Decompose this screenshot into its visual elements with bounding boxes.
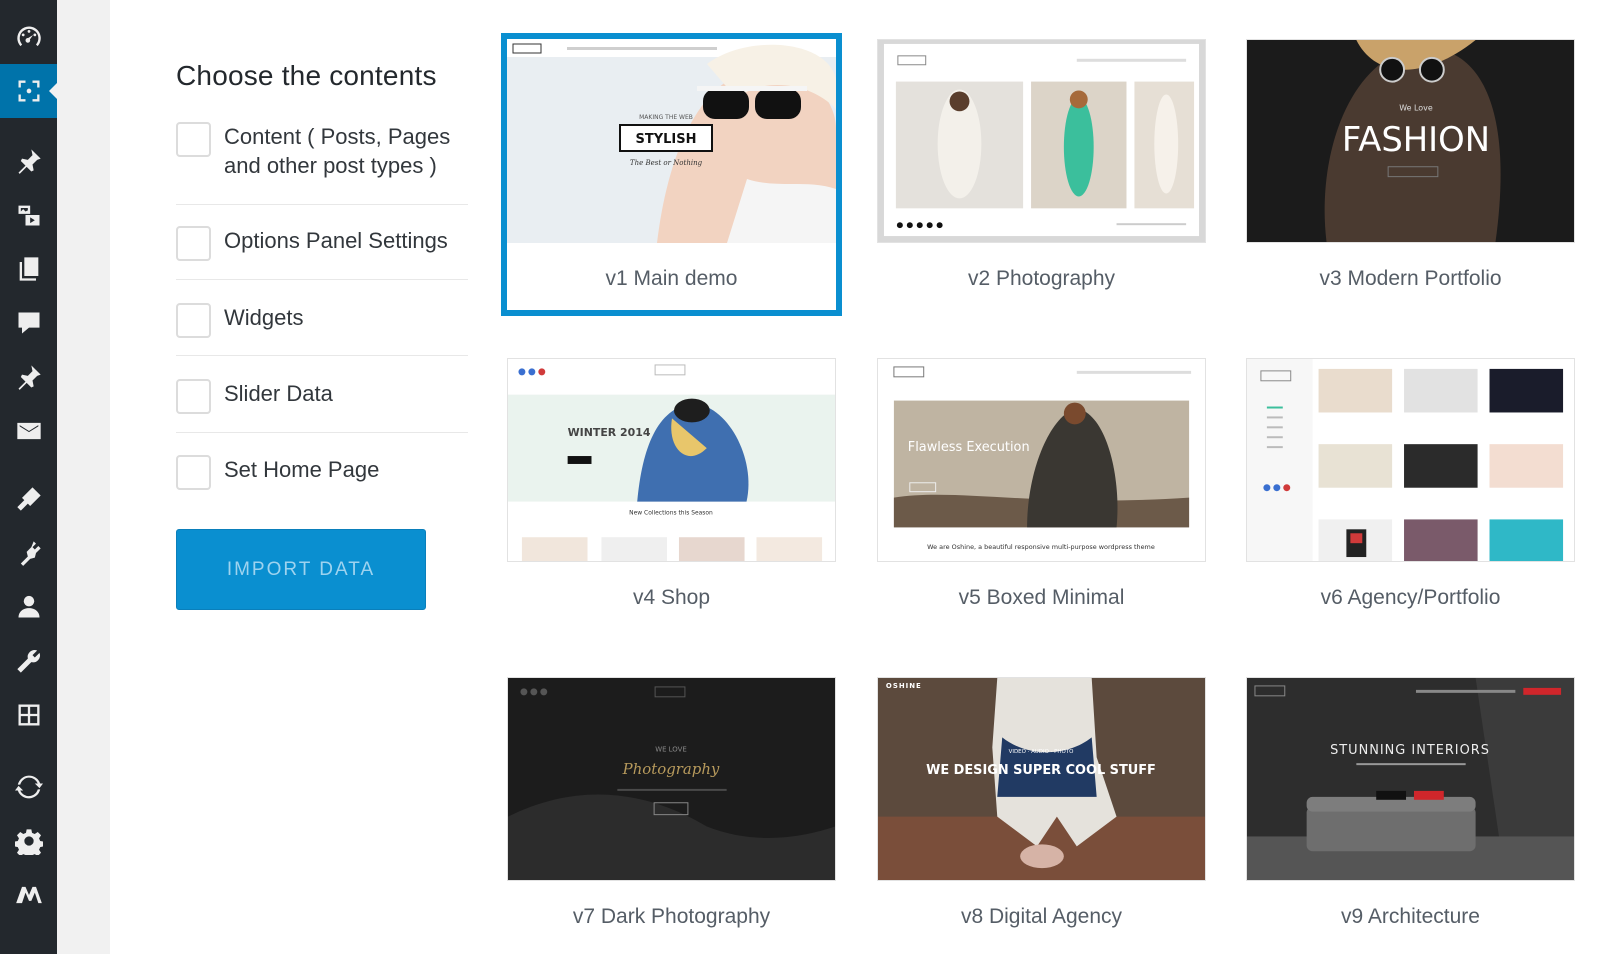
demo-label: v3 Modern Portfolio [1319,267,1502,290]
thumb-text: WE DESIGN SUPER COOL STUFF [926,763,1156,778]
thumb-text: Photography [622,760,720,778]
option-label: Options Panel Settings [224,228,448,253]
demo-thumbnail[interactable] [1246,358,1575,562]
option-label: Set Home Page [224,457,380,482]
demo-thumbnail[interactable]: We Love FASHION [1246,39,1575,243]
demo-thumbnail[interactable]: STUNNING INTERIORS [1246,677,1575,881]
demo-thumbnail[interactable] [877,39,1206,243]
demo-label: v2 Photography [967,267,1116,290]
demo-thumbnail[interactable]: WE LOVE Photography [507,677,836,881]
option-slider-data[interactable]: Slider Data [176,379,468,414]
thumb-text: Flawless Execution [908,440,1030,455]
demo-label: v6 Agency/Portfolio [1320,586,1501,609]
demo-thumbnail[interactable]: OSHINE VIDEO · AUDIO · PHOTO WE DESIGN S… [877,677,1206,881]
option-content[interactable]: Content ( Posts, Pages and other post ty… [176,122,468,180]
slider-data-checkbox[interactable] [176,379,211,414]
widgets-checkbox[interactable] [176,303,211,338]
settings-grid-icon[interactable] [0,688,57,742]
option-widgets[interactable]: Widgets [176,303,468,338]
appearance-icon[interactable] [0,472,57,526]
set-home-page-checkbox[interactable] [176,455,211,490]
content-checkbox[interactable] [176,122,211,157]
option-label: Content ( Posts, Pages and other post ty… [224,124,451,178]
options-panel-checkbox[interactable] [176,226,211,261]
screen-focus-icon[interactable] [0,64,57,118]
mail-icon[interactable] [0,404,57,458]
thumb-text: OSHINE [886,682,922,690]
dashboard-icon[interactable] [0,10,57,64]
demo-thumbnail[interactable]: STYLISH MAKING THE WEB The Best or Nothi… [507,39,836,243]
thumb-text: WE LOVE [655,745,687,753]
panel-title: Choose the contents [176,60,437,91]
comments-icon[interactable] [0,296,57,350]
media-icon[interactable] [0,188,57,242]
thumb-text: WINTER 2014 [568,426,651,439]
m-logo-icon[interactable] [0,868,57,922]
separator [176,355,468,356]
thumb-text: MAKING THE WEB [639,114,693,121]
demo-label: v4 Shop [632,586,711,609]
separator [176,432,468,433]
refresh-icon[interactable] [0,760,57,814]
gear-icon[interactable] [0,814,57,868]
thumb-text: STYLISH [635,132,696,147]
tools-icon[interactable] [0,634,57,688]
thumb-text: VIDEO · AUDIO · PHOTO [1009,749,1074,755]
separator [176,204,468,205]
demo-label: v1 Main demo [605,267,738,290]
demo-label: v7 Dark Photography [572,905,771,928]
option-options-panel[interactable]: Options Panel Settings [176,226,468,261]
pin-icon[interactable] [0,350,57,404]
thumb-text: New Collections this Season [629,509,713,516]
thumb-text: We are Oshine, a beautiful responsive mu… [927,543,1155,551]
pin-icon[interactable] [0,134,57,188]
content-gutter [57,0,110,954]
option-label: Widgets [224,305,304,330]
demo-label: v9 Architecture [1341,905,1480,928]
plugins-icon[interactable] [0,526,57,580]
thumb-text: The Best or Nothing [630,159,703,167]
thumb-text: We Love [1399,103,1433,112]
demo-label: v5 Boxed Minimal [958,586,1125,609]
admin-sidebar [0,0,57,954]
users-icon[interactable] [0,580,57,634]
demo-thumbnail[interactable]: WINTER 2014 New Collections this Season [507,358,836,562]
option-label: Slider Data [224,381,333,406]
separator [176,279,468,280]
import-data-button[interactable]: IMPORT DATA [176,529,426,610]
thumb-text: FASHION [1342,120,1490,159]
option-set-home-page[interactable]: Set Home Page [176,455,468,490]
demo-thumbnail[interactable]: Flawless Execution We are Oshine, a beau… [877,358,1206,562]
demo-label: v8 Digital Agency [960,905,1123,928]
thumb-text: STUNNING INTERIORS [1330,743,1490,758]
pages-icon[interactable] [0,242,57,296]
